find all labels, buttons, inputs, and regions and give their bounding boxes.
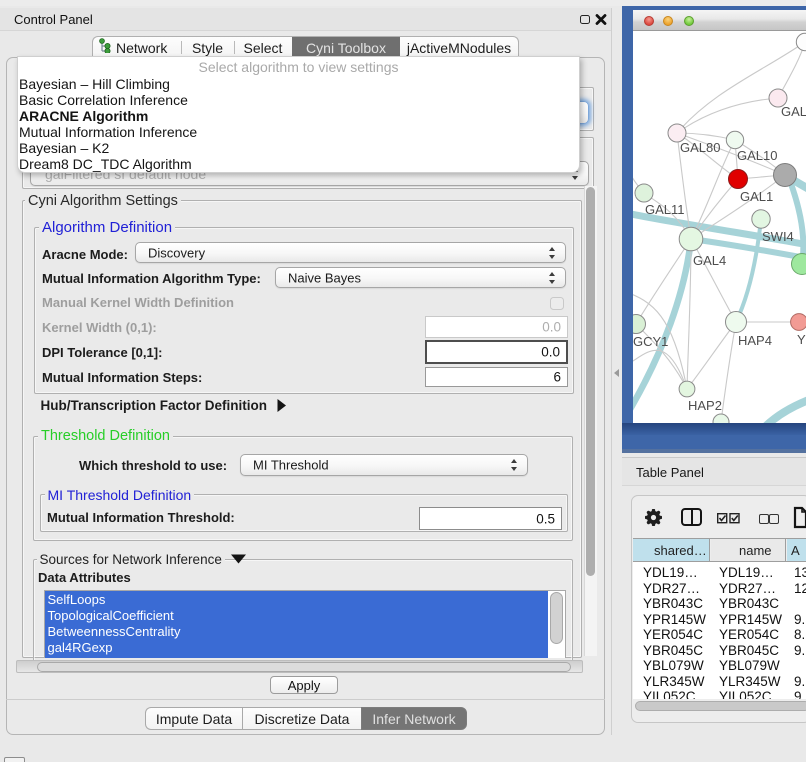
svg-text:GCY1: GCY1 [633,334,668,349]
svg-text:GAL10: GAL10 [737,148,777,163]
svg-text:HAP4: HAP4 [738,333,772,348]
svg-text:GAL4: GAL4 [693,253,726,268]
svg-text:GAL1: GAL1 [740,189,773,204]
svg-text:GAL: GAL [781,104,806,119]
svg-text:SWI4: SWI4 [762,229,794,244]
svg-text:HAP2: HAP2 [688,398,722,413]
svg-text:Y: Y [797,332,806,347]
svg-text:GAL11: GAL11 [645,202,685,217]
svg-text:GAL80: GAL80 [680,140,720,155]
